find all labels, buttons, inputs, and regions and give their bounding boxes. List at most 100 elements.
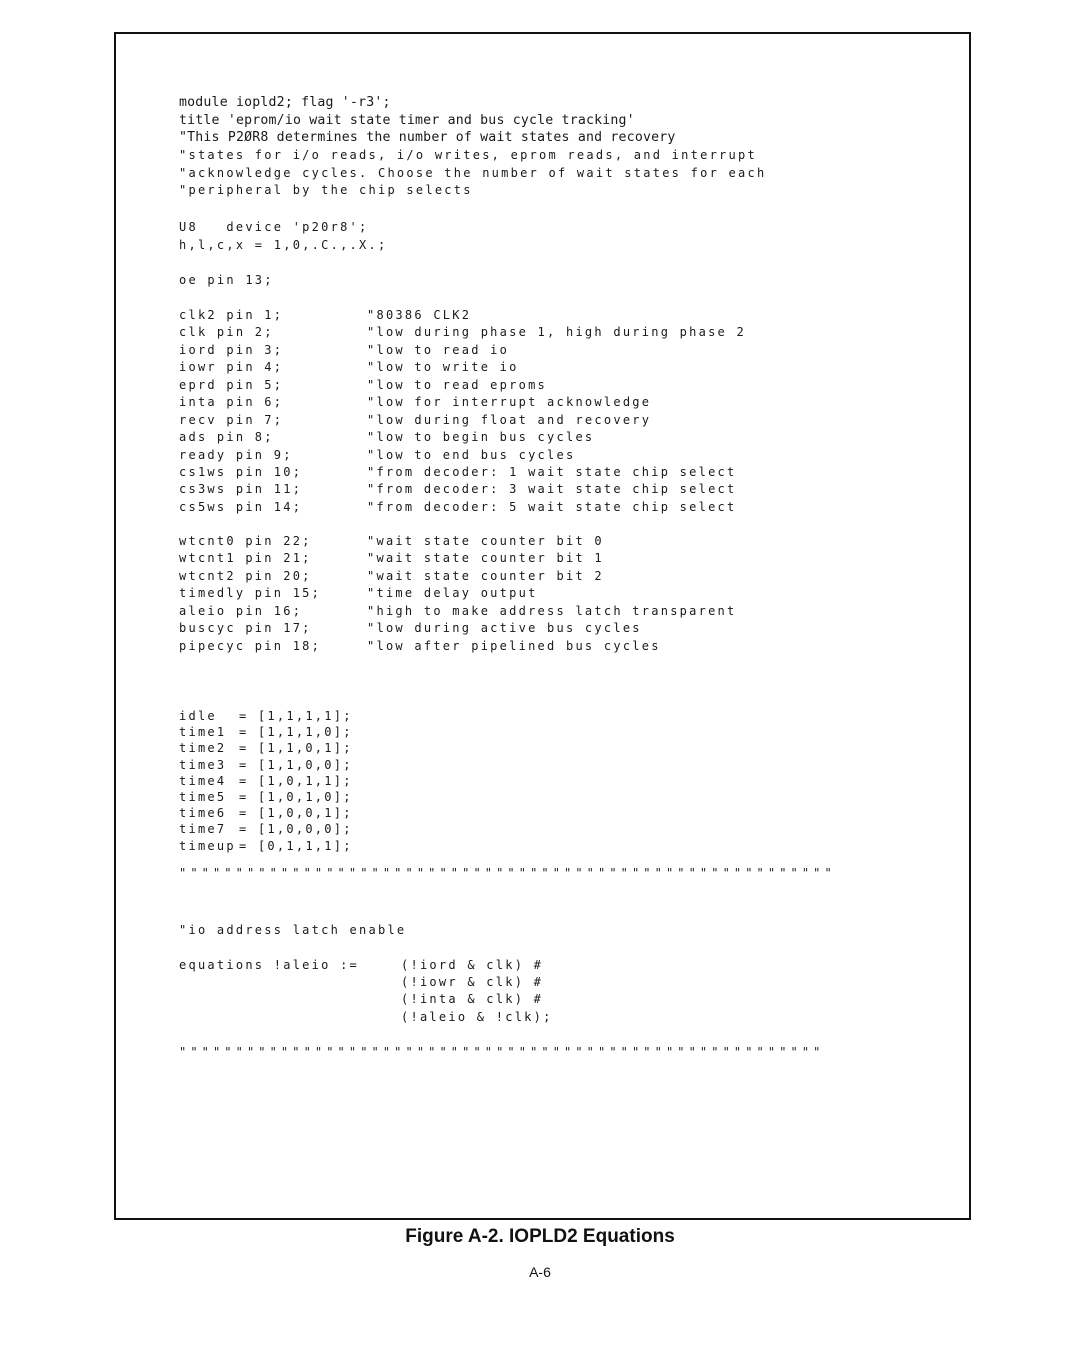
pin-declaration: pipecyc pin 18; bbox=[179, 638, 322, 653]
equation-row: (!iowr & clk) # bbox=[179, 974, 553, 991]
state-definition-row: timeup = [0,1,1,1]; bbox=[179, 838, 353, 854]
equation-row: (!aleio & !clk); bbox=[179, 1009, 553, 1026]
state-name: time7 bbox=[179, 822, 227, 837]
pin-comment: "low during float and recovery bbox=[367, 412, 652, 427]
state-value: = [1,1,1,1]; bbox=[239, 709, 353, 723]
state-definition-row: time1 = [1,1,1,0]; bbox=[179, 724, 353, 740]
pin-declaration-row: cs5ws pin 14; "from decoder: 5 wait state… bbox=[179, 499, 746, 516]
oe-pin-line: oe pin 13; bbox=[179, 273, 274, 287]
state-value: = [1,1,0,0]; bbox=[239, 757, 353, 772]
pin-declaration: clk2 pin 1; bbox=[179, 308, 284, 322]
pin-declaration: ads pin 8; bbox=[179, 430, 274, 445]
pin-declaration-row: pipecyc pin 18; "low after pipelined bus … bbox=[179, 638, 737, 655]
pin-comment: "low to end bus cycles bbox=[367, 447, 576, 462]
state-name: time3 bbox=[179, 757, 227, 772]
comment-line: "states for i/o reads, i/o writes, eprom… bbox=[179, 148, 757, 162]
state-value: = [0,1,1,1]; bbox=[239, 838, 353, 853]
pin-comment: "low to read io bbox=[367, 342, 510, 357]
state-definition-row: time7 = [1,0,0,0]; bbox=[179, 821, 353, 837]
pin-comment: "time delay output bbox=[367, 586, 538, 601]
pin-declaration-row: ads pin 8; "low to begin bus cycles bbox=[179, 429, 746, 446]
pin-declaration-row: wtcnt0 pin 22; "wait state counter bit 0 bbox=[179, 533, 737, 550]
device-line: U8 device 'p20r8'; bbox=[179, 220, 369, 234]
section-comment: "io address latch enable bbox=[179, 923, 407, 937]
state-value: = [1,0,1,1]; bbox=[239, 773, 353, 788]
pin-declaration: iord pin 3; bbox=[179, 342, 284, 357]
pin-declaration: cs3ws pin 11; bbox=[179, 482, 303, 497]
pin-declaration: wtcnt1 pin 21; bbox=[179, 551, 312, 566]
pin-declaration: wtcnt2 pin 20; bbox=[179, 568, 312, 583]
pin-comment: "from decoder: 1 wait state chip select bbox=[367, 464, 737, 479]
pin-declaration-row: cs3ws pin 11; "from decoder: 3 wait state… bbox=[179, 481, 746, 498]
separator-line: """"""""""""""""""""""""""""""""""""""""… bbox=[179, 1045, 825, 1059]
pin-declaration: iowr pin 4; bbox=[179, 360, 284, 375]
pin-declaration: wtcnt0 pin 22; bbox=[179, 534, 312, 548]
comment-line: "acknowledge cycles. Choose the number o… bbox=[179, 165, 767, 180]
pin-declaration: buscyc pin 17; bbox=[179, 621, 312, 636]
pin-declaration-row: ready pin 9; "low to end bus cycles bbox=[179, 447, 746, 464]
state-name: time2 bbox=[179, 741, 227, 756]
separator-line: """"""""""""""""""""""""""""""""""""""""… bbox=[179, 866, 836, 880]
pin-comment: "80386 CLK2 bbox=[367, 308, 472, 322]
state-definitions-block: idle = [1,1,1,1]; time1 = [1,1,1,0]; time2 = … bbox=[179, 708, 353, 854]
pin-comment: "low to begin bus cycles bbox=[367, 430, 595, 445]
pin-declaration-row: iowr pin 4; "low to write io bbox=[179, 359, 746, 376]
pin-declaration: ready pin 9; bbox=[179, 447, 293, 462]
pin-declaration: eprd pin 5; bbox=[179, 377, 284, 392]
header-block: module iopld2; flag '-r3'; title 'eprom/i… bbox=[179, 94, 676, 147]
pin-comment: "wait state counter bit 1 bbox=[367, 551, 604, 566]
pin-declaration-row: inta pin 6; "low for interrupt acknowledg… bbox=[179, 394, 746, 411]
pin-declaration-row: eprd pin 5; "low to read eproms bbox=[179, 377, 746, 394]
equation-lhs bbox=[179, 1009, 401, 1026]
equation-lhs bbox=[179, 974, 401, 991]
pin-declaration: recv pin 7; bbox=[179, 412, 284, 427]
pin-comment: "low after pipelined bus cycles bbox=[367, 638, 661, 653]
state-name: timeup bbox=[179, 838, 236, 853]
pin-declaration: cs1ws pin 10; bbox=[179, 464, 303, 479]
title-line: title 'eprom/io wait state timer and bus… bbox=[179, 112, 635, 128]
equation-lhs: equations !aleio := bbox=[179, 958, 360, 972]
state-value: = [1,1,0,1]; bbox=[239, 741, 353, 756]
pin-comment: "low for interrupt acknowledge bbox=[367, 395, 652, 410]
input-pins-block: clk2 pin 1; "80386 CLK2 clk pin 2; "low dur… bbox=[179, 307, 746, 516]
state-value: = [1,0,1,0]; bbox=[239, 789, 353, 804]
equation-term: (!iowr & clk) # bbox=[401, 975, 544, 990]
pin-declaration-row: wtcnt1 pin 21; "wait state counter bit 1 bbox=[179, 550, 737, 567]
pin-declaration-row: clk2 pin 1; "80386 CLK2 bbox=[179, 307, 746, 324]
description-line: "This P2ØR8 determines the number of wai… bbox=[179, 130, 676, 145]
state-definition-row: time4 = [1,0,1,1]; bbox=[179, 773, 353, 789]
pin-comment: "from decoder: 5 wait state chip select bbox=[367, 499, 737, 514]
pin-declaration-row: recv pin 7; "low during float and recover… bbox=[179, 412, 746, 429]
pin-comment: "wait state counter bit 2 bbox=[367, 568, 604, 583]
constants-line: h,l,c,x = 1,0,.C.,.X.; bbox=[179, 237, 388, 252]
state-definition-row: time6 = [1,0,0,1]; bbox=[179, 805, 353, 821]
oe-block: oe pin 13; bbox=[179, 272, 274, 290]
state-name: time6 bbox=[179, 806, 227, 821]
pin-declaration: clk pin 2; bbox=[179, 325, 274, 340]
pin-declaration-row: cs1ws pin 10; "from decoder: 1 wait state… bbox=[179, 464, 746, 481]
page-number: A-6 bbox=[529, 1264, 551, 1280]
state-value: = [1,1,1,0]; bbox=[239, 725, 353, 740]
pin-declaration-row: aleio pin 16; "high to make address latch… bbox=[179, 603, 737, 620]
pin-declaration: timedly pin 15; bbox=[179, 586, 322, 601]
state-name: time1 bbox=[179, 725, 227, 740]
state-value: = [1,0,0,0]; bbox=[239, 822, 353, 837]
device-block: U8 device 'p20r8'; h,l,c,x = 1,0,.C.,.X.; bbox=[179, 219, 387, 254]
output-pins-block: wtcnt0 pin 22; "wait state counter bit 0w… bbox=[179, 533, 737, 655]
equation-lhs bbox=[179, 991, 401, 1008]
state-value: = [1,0,0,1]; bbox=[239, 806, 353, 821]
pin-declaration: cs5ws pin 14; bbox=[179, 499, 303, 514]
pin-declaration-row: clk pin 2; "low during phase 1, high duri… bbox=[179, 324, 746, 341]
comment-line: "peripheral by the chip selects bbox=[179, 183, 473, 197]
pin-declaration: inta pin 6; bbox=[179, 395, 284, 410]
state-name: time4 bbox=[179, 773, 227, 788]
equation-term: (!iord & clk) # bbox=[401, 958, 544, 972]
pin-declaration: aleio pin 16; bbox=[179, 603, 303, 618]
state-definition-row: time2 = [1,1,0,1]; bbox=[179, 740, 353, 756]
pin-comment: "from decoder: 3 wait state chip select bbox=[367, 482, 737, 497]
equations-block: equations !aleio := (!iord & clk) # (!iowr… bbox=[179, 957, 553, 1026]
state-definition-row: time5 = [1,0,1,0]; bbox=[179, 789, 353, 805]
module-line: module iopld2; flag '-r3'; bbox=[179, 95, 391, 110]
state-name: time5 bbox=[179, 789, 227, 804]
pin-comment: "high to make address latch transparent bbox=[367, 603, 737, 618]
